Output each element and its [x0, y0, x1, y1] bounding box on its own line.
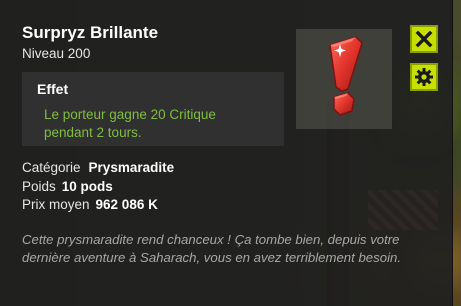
price-value: 962 086 K	[95, 197, 158, 212]
effect-title: Effet	[37, 81, 69, 97]
level-value: 200	[67, 46, 91, 61]
price-row: Prix moyen 962 086 K	[22, 197, 158, 212]
close-button[interactable]	[410, 25, 438, 53]
price-label: Prix moyen	[22, 197, 90, 212]
exclamation-item-icon	[329, 36, 363, 116]
effect-line: pendant 2 tours.	[44, 125, 142, 140]
weight-label: Poids	[22, 179, 56, 194]
settings-button[interactable]	[410, 63, 438, 91]
item-level: Niveau 200	[22, 46, 90, 61]
effect-section: Effet Le porteur gagne 20 Critique penda…	[22, 72, 284, 146]
category-value: Prysmaradite	[88, 160, 175, 175]
gear-icon	[415, 68, 433, 86]
category-row: Catégorie Prysmaradite	[22, 160, 174, 175]
item-description: Cette prysmaradite rend chanceux ! Ça to…	[22, 232, 401, 265]
item-image	[296, 29, 392, 129]
item-name: Surpryz Brillante	[22, 23, 159, 42]
category-label: Catégorie	[22, 160, 81, 175]
effect-line: Le porteur gagne 20 Critique	[44, 107, 216, 122]
level-label: Niveau	[22, 46, 65, 61]
weight-value: 10 pods	[61, 179, 113, 194]
item-tooltip: Surpryz Brillante Niveau 200 Effet Le po…	[0, 0, 453, 306]
weight-row: Poids 10 pods	[22, 179, 113, 194]
close-icon	[415, 30, 433, 48]
